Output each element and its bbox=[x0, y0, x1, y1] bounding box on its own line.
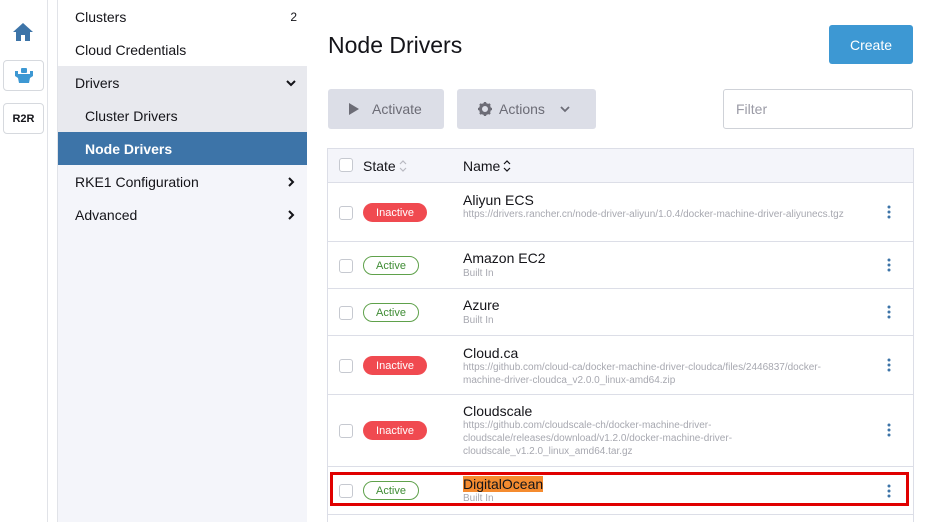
clusters-count: 2 bbox=[290, 9, 297, 24]
status-badge: Active bbox=[363, 303, 419, 322]
icon-rail: R2R bbox=[0, 0, 48, 522]
table-header: State Name bbox=[328, 149, 913, 183]
main-content: Node Drivers Create Activate Actions Sta bbox=[307, 0, 926, 522]
page-title: Node Drivers bbox=[328, 32, 463, 58]
table-row[interactable]: Inactive Cloudscale https://github.com/c… bbox=[328, 395, 913, 467]
nav-group-rke1-label: RKE1 Configuration bbox=[75, 173, 199, 190]
driver-name: Amazon EC2 bbox=[463, 250, 546, 266]
rancher-logo-icon bbox=[14, 67, 33, 83]
chevron-right-icon bbox=[288, 177, 295, 187]
home-icon bbox=[13, 23, 33, 41]
name-column-header[interactable]: Name bbox=[463, 158, 512, 174]
cluster-r2r-button[interactable]: R2R bbox=[3, 103, 44, 134]
table-row[interactable]: Inactive Aliyun ECS https://drivers.ranc… bbox=[328, 183, 913, 242]
kebab-menu-icon[interactable] bbox=[883, 357, 895, 373]
chevron-right-icon bbox=[288, 210, 295, 220]
filter-input[interactable] bbox=[723, 89, 913, 129]
name-header-label: Name bbox=[463, 158, 501, 174]
side-navigation: Clusters 2 Cloud Credentials Drivers Clu… bbox=[57, 0, 308, 522]
nav-group-drivers-label: Drivers bbox=[75, 74, 120, 91]
activate-button[interactable]: Activate bbox=[328, 89, 444, 129]
driver-url: https://github.com/cloudscale-ch/docker-… bbox=[463, 420, 733, 457]
nav-item-cluster-drivers-label: Cluster Drivers bbox=[85, 107, 178, 124]
table-row[interactable]: Inactive Cloud.ca https://github.com/clo… bbox=[328, 336, 913, 395]
actions-dropdown-button[interactable]: Actions bbox=[457, 89, 596, 129]
nav-group-advanced-label: Advanced bbox=[75, 206, 138, 223]
row-checkbox[interactable] bbox=[339, 359, 353, 373]
nav-item-cluster-drivers[interactable]: Cluster Drivers bbox=[58, 99, 308, 132]
activate-label: Activate bbox=[372, 101, 422, 117]
highlight-annotation-box bbox=[330, 472, 909, 506]
create-button[interactable]: Create bbox=[829, 25, 913, 64]
chevron-down-icon bbox=[286, 80, 296, 87]
driver-url: Built In bbox=[463, 315, 494, 326]
nav-item-cloud-credentials-label: Cloud Credentials bbox=[75, 41, 187, 58]
select-all-checkbox[interactable] bbox=[339, 158, 353, 172]
kebab-menu-icon[interactable] bbox=[883, 304, 895, 320]
sort-icon bbox=[399, 160, 407, 172]
state-column-header[interactable]: State bbox=[363, 158, 408, 174]
nav-group-rke1-configuration[interactable]: RKE1 Configuration bbox=[58, 165, 308, 198]
status-badge: Inactive bbox=[363, 203, 427, 222]
actions-label: Actions bbox=[499, 101, 545, 117]
driver-name: Aliyun ECS bbox=[463, 192, 534, 208]
home-button[interactable] bbox=[10, 20, 36, 44]
driver-url: https://github.com/cloud-ca/docker-machi… bbox=[463, 362, 821, 386]
nav-item-node-drivers[interactable]: Node Drivers bbox=[58, 132, 308, 165]
row-checkbox[interactable] bbox=[339, 424, 353, 438]
table-row[interactable]: Active Amazon EC2 Built In bbox=[328, 242, 913, 289]
node-drivers-table: State Name Inactive Aliyun ECS https://d… bbox=[327, 148, 914, 522]
cluster-r2r-label: R2R bbox=[12, 112, 35, 125]
nav-group-advanced[interactable]: Advanced bbox=[58, 198, 308, 231]
driver-url: Built In bbox=[463, 268, 494, 279]
row-checkbox[interactable] bbox=[339, 306, 353, 320]
row-checkbox[interactable] bbox=[339, 259, 353, 273]
driver-name: Cloud.ca bbox=[463, 345, 519, 361]
state-header-label: State bbox=[363, 158, 396, 174]
status-badge: Inactive bbox=[363, 421, 427, 440]
sort-icon bbox=[503, 160, 511, 172]
status-badge: Active bbox=[363, 256, 419, 275]
kebab-menu-icon[interactable] bbox=[883, 422, 895, 438]
nav-item-node-drivers-label: Node Drivers bbox=[85, 140, 173, 157]
play-icon bbox=[349, 103, 359, 115]
table-row[interactable]: Active Azure Built In bbox=[328, 289, 913, 336]
status-badge: Inactive bbox=[363, 356, 427, 375]
nav-group-drivers[interactable]: Drivers bbox=[58, 66, 308, 99]
driver-name: Cloudscale bbox=[463, 403, 533, 419]
kebab-menu-icon[interactable] bbox=[883, 257, 895, 273]
cluster-explorer-button[interactable] bbox=[3, 60, 44, 91]
nav-item-cloud-credentials[interactable]: Cloud Credentials bbox=[58, 33, 308, 66]
chevron-down-icon bbox=[560, 106, 570, 113]
driver-url: https://drivers.rancher.cn/node-driver-a… bbox=[463, 209, 844, 220]
gear-icon bbox=[478, 102, 492, 116]
nav-item-clusters-label: Clusters bbox=[75, 8, 127, 25]
kebab-menu-icon[interactable] bbox=[883, 204, 895, 220]
driver-name: Azure bbox=[463, 297, 500, 313]
nav-item-clusters[interactable]: Clusters 2 bbox=[58, 0, 308, 33]
row-checkbox[interactable] bbox=[339, 206, 353, 220]
